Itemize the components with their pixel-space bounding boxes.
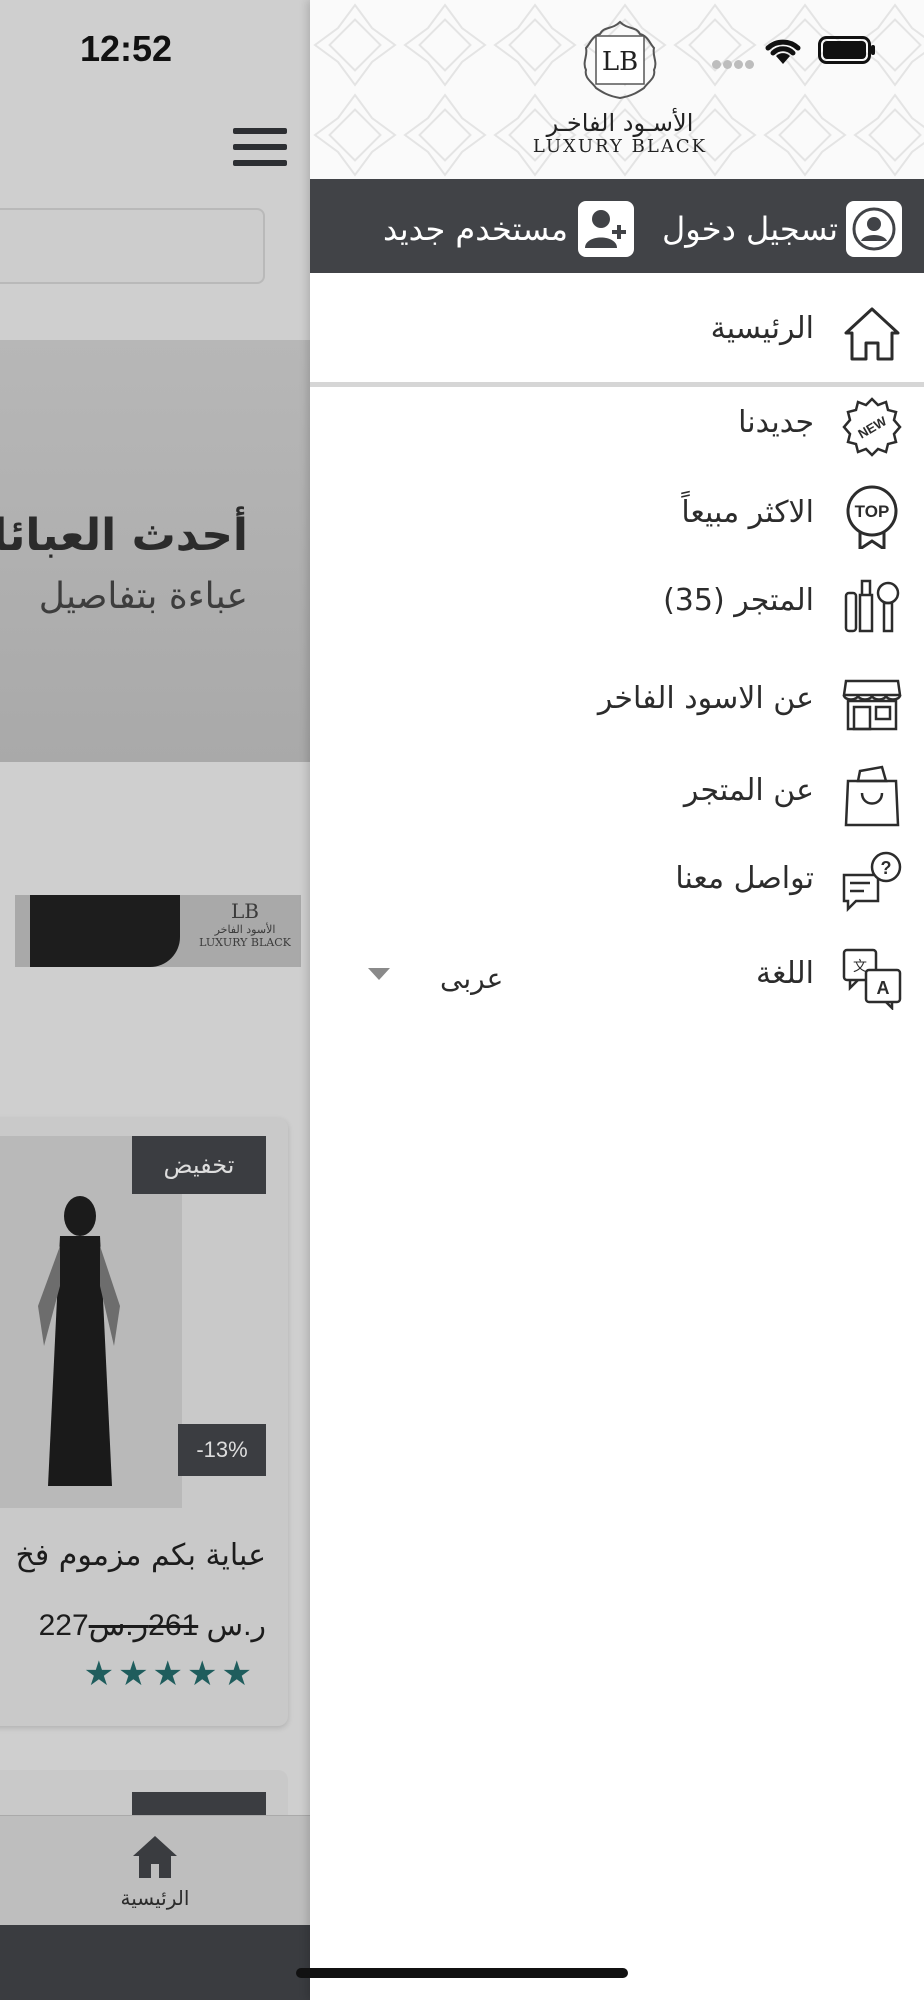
chat-question-icon: ?	[842, 851, 902, 913]
auth-bar: تسجيل دخول مستخدم جديد	[310, 179, 924, 273]
signup-button[interactable]: مستخدم جديد	[383, 201, 634, 257]
menu-label: عن المتجر	[683, 773, 814, 808]
login-label: تسجيل دخول	[662, 210, 838, 248]
menu-item-about-brand[interactable]: عن الاسود الفاخر	[310, 663, 924, 743]
menu-label: جديدنا	[738, 405, 814, 440]
menu-label: المتجر (35)	[663, 583, 814, 618]
brand-emblem-icon: LB	[583, 20, 657, 100]
drawer-header: LB الأسـود الفاخـر LUXURY BLACK	[310, 0, 924, 179]
hero-subtitle: عباءة بتفاصيل	[38, 576, 248, 617]
battery-icon	[818, 36, 875, 64]
menu-label: اللغة	[756, 956, 814, 991]
svg-text:A: A	[877, 978, 890, 998]
menu-item-language[interactable]: A 文 اللغة	[310, 938, 924, 1018]
banner-logo: LB الأسود الفاخر LUXURY BLACK	[190, 899, 300, 949]
hamburger-menu-icon[interactable]	[233, 128, 287, 166]
rating-stars: ★★★★★	[83, 1654, 256, 1694]
svg-text:文: 文	[853, 959, 867, 975]
cosmetics-icon	[844, 579, 900, 633]
footer-bar	[0, 1925, 310, 2000]
discount-tag: تخفيض	[132, 1136, 266, 1194]
tab-home[interactable]: الرئيسية	[0, 1886, 310, 1910]
brand-mono: LB	[602, 47, 638, 77]
background-app: 12:52 أحدث العبائات عباءة بتفاصيل LB الأ…	[0, 0, 310, 2000]
banner-abaya-image	[30, 895, 180, 967]
home-icon[interactable]	[131, 1834, 179, 1880]
product-price: 227ر.س 261ر.س	[39, 1608, 266, 1643]
svg-text:NEW: NEW	[855, 413, 889, 442]
menu-item-store[interactable]: المتجر (35)	[310, 565, 924, 645]
navigation-drawer: LB الأسـود الفاخـر LUXURY BLACK تسجيل دخ…	[310, 0, 924, 2000]
shopping-bag-icon	[844, 765, 900, 827]
menu-item-about-store[interactable]: عن المتجر	[310, 755, 924, 835]
language-select[interactable]: عربى	[440, 962, 503, 995]
promo-banner[interactable]: LB الأسود الفاخر LUXURY BLACK	[15, 895, 301, 967]
signup-label: مستخدم جديد	[382, 210, 568, 248]
chevron-down-icon[interactable]	[368, 968, 390, 980]
brand-name-latin: LUXURY BLACK	[532, 136, 708, 157]
svg-text:TOP: TOP	[855, 502, 890, 521]
status-time: 12:52	[80, 28, 173, 69]
menu-item-contact[interactable]: ? تواصل معنا	[310, 843, 924, 923]
menu-item-home[interactable]: الرئيسية	[310, 293, 924, 373]
menu-label: عن الاسود الفاخر	[597, 681, 814, 716]
new-badge-icon: NEW	[842, 397, 902, 457]
menu-label: الاكثر مبيعاً	[681, 495, 814, 530]
hero-title: أحدث العبائات	[0, 510, 248, 561]
brand-name-arabic: الأسـود الفاخـر	[546, 109, 694, 137]
discount-percent-badge: -13%	[178, 1424, 266, 1476]
home-indicator	[296, 1968, 628, 1978]
top-award-icon: TOP	[846, 485, 898, 549]
product-figure-image	[38, 1196, 120, 1486]
home-icon	[844, 307, 900, 361]
brand-logo: LB الأسـود الفاخـر LUXURY BLACK	[520, 18, 720, 168]
storefront-icon	[842, 679, 902, 731]
svg-text:?: ?	[881, 858, 892, 878]
search-input[interactable]	[0, 208, 265, 284]
menu-item-best-sellers[interactable]: TOP الاكثر مبيعاً	[310, 477, 924, 557]
bottom-tab-bar: الرئيسية	[0, 1815, 310, 1925]
login-button[interactable]: تسجيل دخول	[662, 201, 902, 257]
menu-item-new[interactable]: NEW جديدنا	[310, 387, 924, 467]
add-user-icon	[578, 201, 634, 257]
banner-logo-latin: LUXURY BLACK	[199, 936, 291, 949]
banner-logo-mono: LB	[231, 899, 259, 923]
translate-icon: A 文	[842, 948, 902, 1010]
menu-label: تواصل معنا	[675, 861, 814, 896]
wifi-icon	[765, 39, 801, 64]
product-card[interactable]: تخفيض -13% عباية بكم مزموم فخ 227ر.س 261…	[0, 1118, 288, 1726]
user-circle-icon	[846, 201, 902, 257]
price-old: 261ر.س	[88, 1609, 199, 1642]
banner-logo-arabic: الأسود الفاخر	[214, 923, 276, 936]
hero-banner[interactable]: أحدث العبائات عباءة بتفاصيل	[0, 340, 310, 762]
menu-label: الرئيسية	[710, 311, 814, 346]
product-title: عباية بكم مزموم فخ	[15, 1538, 267, 1573]
